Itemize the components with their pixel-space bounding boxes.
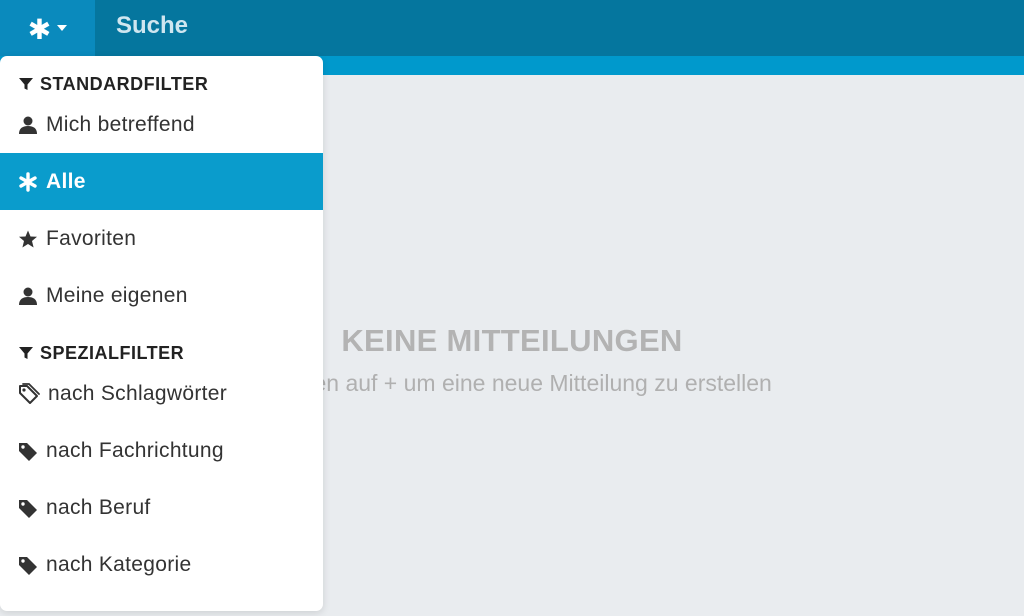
- filter-item-nach-kategorie[interactable]: nach Kategorie: [0, 536, 323, 593]
- star-icon: [18, 229, 38, 249]
- standard-filter-header-label: STANDARDFILTER: [40, 73, 209, 94]
- filter-dropdown-menu: STANDARDFILTER Mich betreffend Alle Favo…: [0, 56, 323, 611]
- filter-item-label: nach Kategorie: [46, 552, 192, 576]
- filter-item-label: Meine eigenen: [46, 283, 188, 307]
- user-icon: [18, 115, 38, 135]
- tag-icon: [18, 555, 38, 575]
- tag-icon: [18, 498, 38, 518]
- filter-item-label: Alle: [46, 169, 86, 193]
- filter-item-meine-eigenen[interactable]: Meine eigenen: [0, 267, 323, 324]
- filter-item-label: nach Schlagwörter: [48, 381, 228, 405]
- asterisk-icon: ✱: [27, 14, 52, 45]
- asterisk-icon: [18, 171, 38, 192]
- filter-item-nach-beruf[interactable]: nach Beruf: [0, 479, 323, 536]
- top-navigation-bar: ✱ Suche: [0, 0, 1024, 56]
- special-filter-header: SPEZIALFILTER: [18, 341, 184, 365]
- filter-item-alle[interactable]: Alle: [0, 153, 323, 210]
- filter-item-nach-schlagwoerter[interactable]: nach Schlagwörter: [0, 365, 323, 422]
- tags-icon: [18, 382, 40, 405]
- filter-icon: [18, 76, 34, 92]
- filter-item-label: Mich betreffend: [46, 112, 195, 136]
- special-filter-header-label: SPEZIALFILTER: [40, 342, 185, 363]
- tag-icon: [18, 441, 38, 461]
- empty-state-hint: s oben auf + um eine neue Mitteilung zu …: [270, 370, 772, 396]
- filter-item-label: nach Fachrichtung: [46, 438, 224, 462]
- filter-icon: [18, 345, 34, 361]
- user-icon: [18, 286, 38, 306]
- filter-item-label: Favoriten: [46, 226, 137, 250]
- filter-item-mich-betreffend[interactable]: Mich betreffend: [0, 96, 323, 153]
- standard-filter-header: STANDARDFILTER: [18, 72, 208, 96]
- caret-down-icon: [57, 25, 68, 31]
- search-link[interactable]: Suche: [116, 12, 188, 40]
- filter-item-label: nach Beruf: [46, 495, 151, 519]
- filter-item-favoriten[interactable]: Favoriten: [0, 210, 323, 267]
- filter-menu-toggle[interactable]: ✱: [0, 0, 95, 56]
- filter-item-nach-fachrichtung[interactable]: nach Fachrichtung: [0, 422, 323, 479]
